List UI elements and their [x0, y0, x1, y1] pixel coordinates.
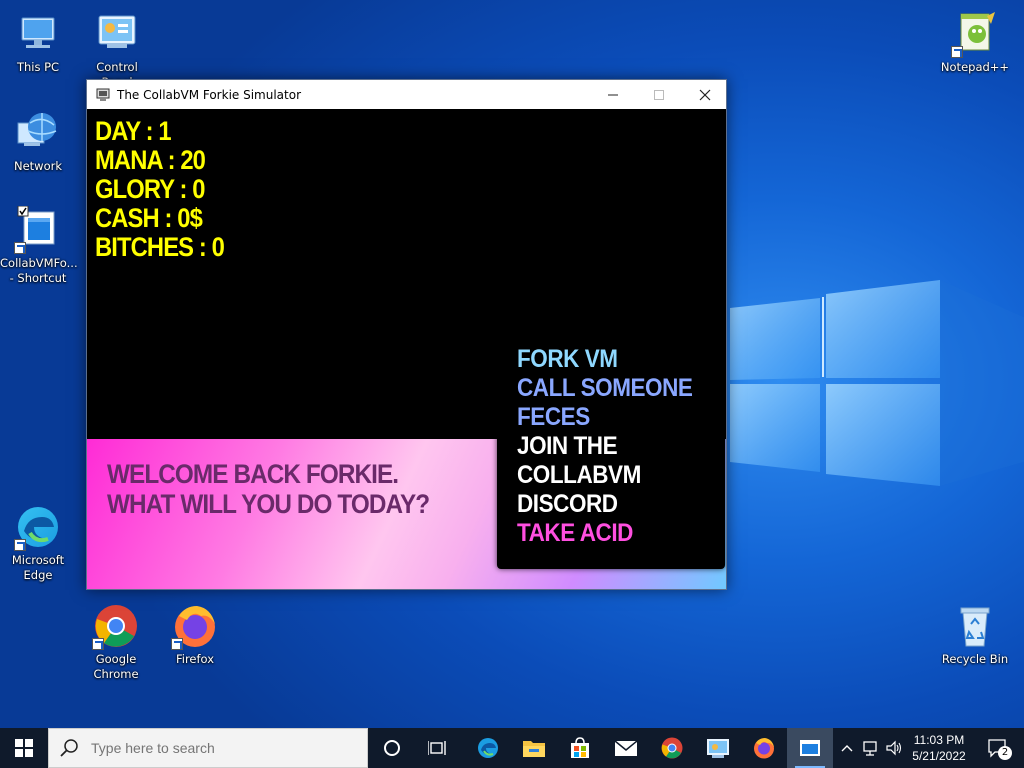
network-tray-button[interactable]: [860, 728, 882, 768]
network-globe-icon: [14, 109, 62, 157]
taskbar-search-box[interactable]: [48, 728, 368, 768]
search-input[interactable]: [89, 739, 353, 757]
minimize-icon: [608, 94, 618, 95]
action-center-button[interactable]: 2: [978, 728, 1018, 768]
desktop-icon-control-panel[interactable]: Control Panel: [79, 10, 155, 90]
chrome-icon: [661, 737, 683, 759]
desktop-icon-label: This PC: [16, 60, 60, 74]
desktop-icon-label: Network: [13, 159, 63, 173]
app-icon: [96, 88, 110, 101]
minimize-button[interactable]: [590, 80, 636, 109]
speaker-icon: [886, 740, 902, 756]
clock-time: 11:03 PM: [913, 733, 965, 747]
desktop-icon-label: Recycle Bin: [941, 652, 1009, 666]
firefox-icon: [754, 738, 774, 759]
shortcut-arrow-icon: [14, 539, 26, 551]
close-icon: [699, 89, 711, 100]
taskbar-control-panel[interactable]: [695, 728, 741, 768]
notification-count-badge: 2: [998, 746, 1012, 760]
recycle-bin-icon: [951, 602, 999, 650]
stat-cash: CASH : 0$: [95, 203, 203, 233]
desktop-icon-google-chrome[interactable]: Google Chrome: [78, 602, 154, 682]
windows-start-icon: [15, 739, 33, 757]
taskbar-firefox[interactable]: [741, 728, 787, 768]
application-window-icon: [14, 205, 62, 254]
menu-item-join-the[interactable]: JOIN THE: [517, 432, 692, 461]
player-stats: DAY : 1 MANA : 20 GLORY : 0 CASH : 0$ BI…: [95, 116, 225, 262]
edge-icon: [14, 503, 62, 551]
network-wired-icon: [863, 741, 877, 756]
taskbar-clock[interactable]: 11:03 PM 5/21/2022: [905, 732, 973, 764]
edge-icon: [478, 738, 498, 758]
action-menu: FORK VM CALL SOMEONE FECES JOIN THE COLL…: [497, 325, 725, 569]
welcome-line-1: WELCOME BACK FORKIE.: [107, 459, 399, 489]
show-hidden-icons-button[interactable]: [838, 728, 856, 768]
task-view-cortana-button[interactable]: [369, 728, 415, 768]
desktop-icon-label: Notepad++: [940, 60, 1010, 74]
store-bag-icon: [571, 737, 589, 758]
control-panel-icon: [707, 739, 729, 758]
start-button[interactable]: [0, 728, 48, 768]
window-title: The CollabVM Forkie Simulator: [117, 87, 302, 102]
desktop-icon-notepad-plus-plus[interactable]: Notepad++: [937, 10, 1013, 75]
application-window-icon: [800, 740, 820, 756]
menu-item-fork-vm[interactable]: FORK VM: [517, 345, 692, 374]
desktop-icon-label: Google Chrome: [93, 652, 139, 681]
desktop-icon-microsoft-edge[interactable]: Microsoft Edge: [0, 503, 76, 583]
welcome-text: WELCOME BACK FORKIE. WHAT WILL YOU DO TO…: [107, 459, 430, 519]
stat-glory: GLORY : 0: [95, 174, 205, 204]
stat-bitches: BITCHES : 0: [95, 232, 225, 262]
desktop-icon-this-pc[interactable]: This PC: [0, 10, 76, 75]
maximize-button[interactable]: [636, 80, 682, 109]
desktop-icon-recycle-bin[interactable]: Recycle Bin: [937, 602, 1013, 667]
taskbar-file-explorer[interactable]: [511, 728, 557, 768]
menu-item-call-someone[interactable]: CALL SOMEONE: [517, 374, 693, 403]
forkie-simulator-window[interactable]: The CollabVM Forkie Simulator DAY : 1 MA…: [86, 79, 727, 590]
taskbar-mail[interactable]: [603, 728, 649, 768]
shortcut-arrow-icon: [14, 242, 26, 254]
maximize-icon: [654, 89, 664, 100]
game-canvas[interactable]: DAY : 1 MANA : 20 GLORY : 0 CASH : 0$ BI…: [87, 109, 726, 589]
menu-item-take-acid[interactable]: TAKE ACID: [517, 519, 692, 548]
desktop-icon-label: CollabVMFo... - Shortcut: [0, 256, 78, 285]
welcome-line-2: WHAT WILL YOU DO TODAY?: [107, 489, 430, 519]
menu-item-feces[interactable]: FECES: [517, 403, 692, 432]
taskbar-chrome[interactable]: [649, 728, 695, 768]
desktop-icon-firefox[interactable]: Firefox: [157, 602, 233, 667]
chevron-up-icon: [841, 745, 853, 752]
windows-wallpaper-logo: [730, 280, 1024, 486]
folder-icon: [523, 741, 545, 757]
menu-item-collabvm[interactable]: COLLABVM: [517, 461, 692, 490]
desktop-icon-label: Firefox: [175, 652, 215, 666]
computer-icon: [14, 10, 62, 58]
shortcut-arrow-icon: [171, 638, 183, 650]
control-panel-icon: [93, 10, 141, 58]
desktop-icon-collabvm-shortcut[interactable]: CollabVMFo... - Shortcut: [0, 205, 78, 286]
shortcut-arrow-icon: [951, 46, 963, 58]
cortana-circle-icon: [384, 740, 400, 756]
task-view-icon: [428, 741, 446, 755]
search-icon: [60, 739, 78, 757]
clock-date: 5/21/2022: [912, 749, 966, 763]
window-titlebar[interactable]: The CollabVM Forkie Simulator: [87, 80, 726, 109]
chrome-icon: [92, 602, 140, 650]
stat-mana: MANA : 20: [95, 145, 206, 175]
desktop-icon-label: Microsoft Edge: [11, 553, 65, 582]
firefox-icon: [171, 602, 219, 650]
desktop-icon-network[interactable]: Network: [0, 109, 76, 174]
taskbar-microsoft-store[interactable]: [557, 728, 603, 768]
task-view-button[interactable]: [415, 728, 461, 768]
shortcut-arrow-icon: [92, 638, 104, 650]
taskbar-forkie-simulator[interactable]: [787, 728, 833, 768]
volume-tray-button[interactable]: [884, 728, 904, 768]
menu-item-discord[interactable]: DISCORD: [517, 490, 692, 519]
taskbar-edge[interactable]: [465, 728, 511, 768]
close-button[interactable]: [682, 80, 728, 109]
notepad-plus-plus-icon: [951, 10, 999, 58]
mail-envelope-icon: [614, 740, 638, 756]
stat-day: DAY : 1: [95, 116, 172, 146]
taskbar: 11:03 PM 5/21/2022 2: [0, 728, 1024, 768]
